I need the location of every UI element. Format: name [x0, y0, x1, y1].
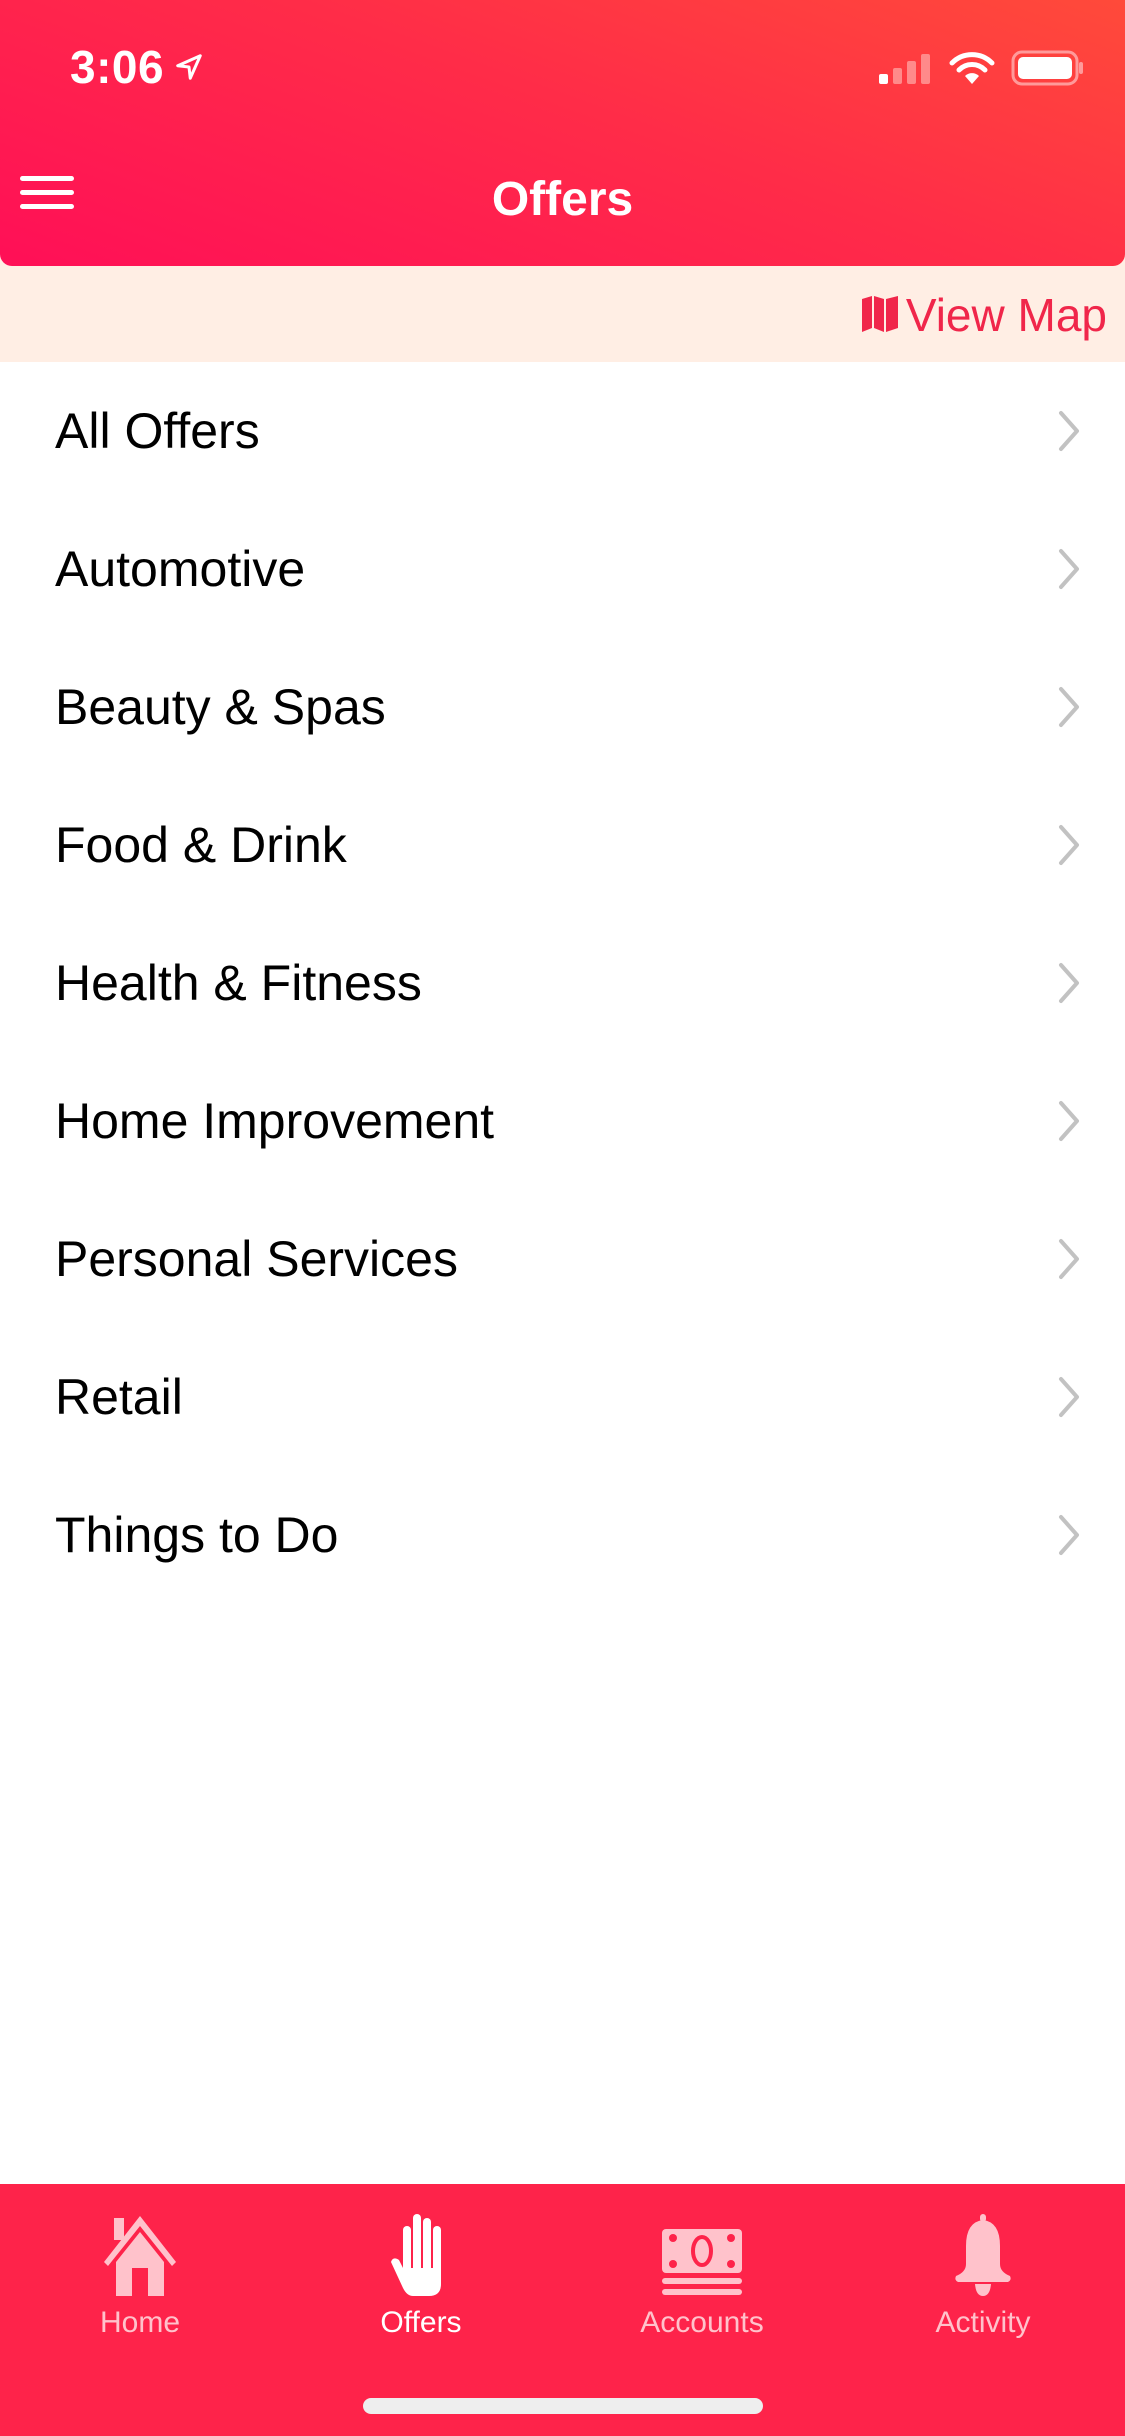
header: 3:06 Offers	[0, 0, 1125, 266]
chevron-right-icon	[1059, 1101, 1079, 1141]
view-map-label: View Map	[905, 289, 1107, 341]
home-indicator	[363, 2398, 763, 2414]
category-label: Personal Services	[55, 1231, 458, 1287]
wifi-icon	[949, 52, 995, 84]
category-label: All Offers	[55, 403, 260, 459]
category-label: Home Improvement	[55, 1093, 495, 1149]
tab-label: Activity	[935, 2306, 1031, 2339]
battery-icon	[1011, 50, 1083, 86]
category-label: Health & Fitness	[55, 955, 422, 1011]
category-row-home-improvement[interactable]: Home Improvement	[0, 1052, 1125, 1190]
category-label: Retail	[55, 1369, 183, 1425]
status-bar-indicators	[877, 50, 1085, 86]
map-icon	[861, 296, 898, 332]
cash-icon	[662, 2229, 742, 2295]
tab-label: Offers	[380, 2306, 462, 2339]
location-arrow-icon	[176, 54, 202, 80]
chevron-right-icon	[1059, 411, 1079, 451]
category-row-health-fitness[interactable]: Health & Fitness	[0, 914, 1125, 1052]
chevron-right-icon	[1059, 549, 1079, 589]
page-title: Offers	[491, 173, 634, 226]
tab-accounts[interactable]: Accounts	[602, 2208, 802, 2340]
category-label: Things to Do	[55, 1507, 339, 1563]
category-row-things-to-do[interactable]: Things to Do	[0, 1466, 1125, 1604]
category-label: Beauty & Spas	[55, 679, 386, 735]
view-map-button[interactable]: View Map	[860, 288, 1107, 342]
category-row-all-offers[interactable]: All Offers	[0, 362, 1125, 500]
category-list: All Offers Automotive Beauty & Spas Food…	[0, 362, 1125, 1604]
chevron-right-icon	[1059, 1239, 1079, 1279]
category-row-beauty-spas[interactable]: Beauty & Spas	[0, 638, 1125, 776]
category-row-food-drink[interactable]: Food & Drink	[0, 776, 1125, 914]
category-row-automotive[interactable]: Automotive	[0, 500, 1125, 638]
bell-icon	[955, 2214, 1011, 2296]
chevron-right-icon	[1059, 963, 1079, 1003]
chevron-right-icon	[1059, 687, 1079, 727]
tab-activity[interactable]: Activity	[883, 2208, 1083, 2340]
category-row-retail[interactable]: Retail	[0, 1328, 1125, 1466]
tab-home[interactable]: Home	[40, 2208, 240, 2340]
tab-offers[interactable]: Offers	[321, 2208, 521, 2340]
hand-icon	[391, 2214, 441, 2296]
category-label: Automotive	[55, 541, 306, 597]
status-bar-time: 3:06	[70, 40, 204, 94]
cellular-signal-icon	[879, 54, 930, 84]
chevron-right-icon	[1059, 1515, 1079, 1555]
time-text: 3:06	[70, 41, 165, 93]
tab-label: Accounts	[640, 2306, 764, 2339]
tab-label: Home	[99, 2306, 181, 2339]
category-label: Food & Drink	[55, 817, 347, 873]
chevron-right-icon	[1059, 1377, 1079, 1417]
category-row-personal-services[interactable]: Personal Services	[0, 1190, 1125, 1328]
chevron-right-icon	[1059, 825, 1079, 865]
home-icon	[104, 2216, 176, 2296]
